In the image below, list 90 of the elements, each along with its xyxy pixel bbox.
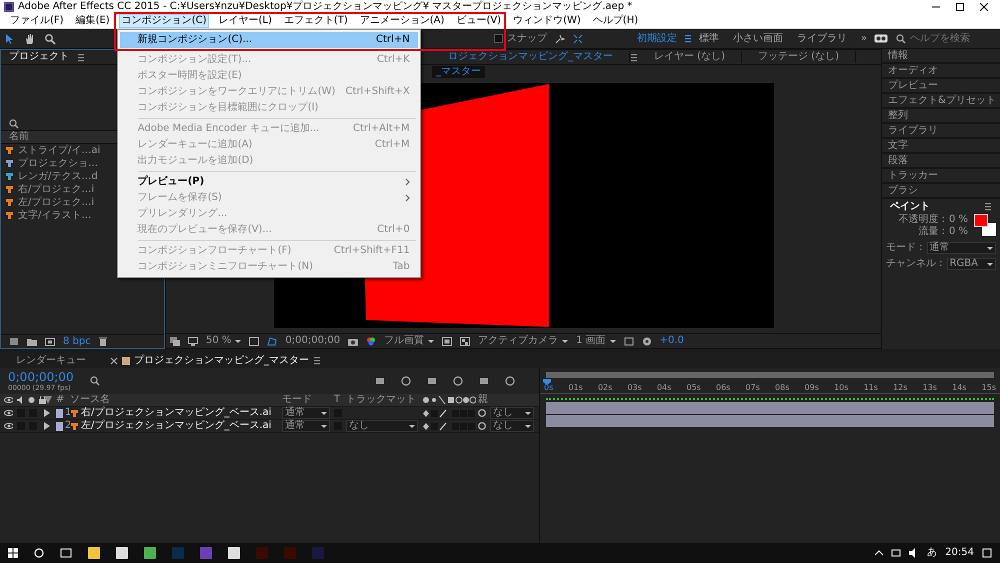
panel-header[interactable]: ブラシ [882, 184, 1000, 199]
mode-dropdown[interactable]: 通常 [926, 242, 996, 254]
time-label: 01s [568, 383, 583, 393]
time-label: 05s [686, 383, 701, 393]
time-label: 0s [544, 383, 554, 393]
time-label: 12s [893, 383, 908, 393]
track-matte-dropdown[interactable]: なし [346, 420, 418, 432]
time-label: 14s [952, 383, 966, 393]
item-name: ストライプ/イ…ai [18, 144, 100, 156]
overflow-button[interactable]: » [854, 32, 874, 44]
panel-header[interactable]: プレビュー [882, 79, 1000, 94]
layer-name[interactable]: 左/プロジェクションマッピング_ベース.ai [81, 420, 272, 432]
panel-header[interactable]: 情報 [882, 49, 1000, 64]
workspace-tab[interactable]: 小さい画面 [726, 32, 790, 44]
time-label: 11s [864, 383, 878, 393]
blend-mode-dropdown[interactable]: 通常 [282, 407, 330, 419]
workspace-tab[interactable]: ライブラリ [790, 32, 854, 44]
blend-mode-dropdown[interactable]: 通常 [282, 420, 330, 432]
item-name: 文字/イラスト… [18, 210, 92, 222]
panel-header[interactable]: 整列 [882, 109, 1000, 124]
column-header[interactable]: ソース名 [70, 394, 110, 406]
panel-tab[interactable]: レイヤー (なし) [638, 51, 742, 63]
clock[interactable]: 20:54 [945, 547, 974, 559]
workspace-tab[interactable]: 初期設定 [630, 32, 684, 44]
ime-indicator[interactable]: あ [927, 547, 938, 559]
column-header: T [334, 394, 340, 406]
column-header: 親 [478, 394, 488, 406]
menu-item[interactable]: コンポジション(C) [118, 14, 210, 28]
workspace-tab[interactable]: 標準 [692, 32, 726, 44]
menu-item[interactable]: プレビュー(P) [120, 174, 418, 190]
item-name: 左/プロジェク…i [18, 196, 94, 208]
menu-item[interactable]: ウィンドウ(W) [510, 14, 584, 28]
field-label: チャンネル : [886, 258, 943, 270]
timecode-button[interactable]: 0;00;00;00 [285, 335, 340, 347]
time-label: 15s [982, 383, 996, 393]
timecode[interactable]: 0;00;00;00 [8, 370, 74, 384]
resolution-dropdown[interactable]: フル画質 [384, 335, 434, 347]
panel-tab[interactable]: フッテージ (なし) [742, 51, 856, 63]
time-label: 10s [834, 383, 848, 393]
item-name: 右/プロジェク…i [18, 184, 94, 196]
panel-tab[interactable]: プロジェクションマッピング_マスター [134, 354, 309, 366]
time-label: 03s [627, 383, 642, 393]
item-name: プロジェクショ… [18, 158, 98, 170]
menu-item[interactable]: 新規コンポジション(C)... Ctrl+N [120, 32, 418, 48]
panel-title[interactable]: プロジェクト [9, 51, 69, 63]
column-header: # [56, 394, 64, 406]
time-label: 13s [922, 383, 937, 393]
time-label: 08s [775, 383, 790, 393]
field-label: 不透明度 : [898, 214, 945, 226]
time-label: 07s [746, 383, 760, 393]
menu-item[interactable]: エフェクト(T) [280, 14, 351, 28]
layer-name[interactable]: 右/プロジェクションマッピング_ベース.ai [81, 407, 272, 419]
column-header: モード [282, 394, 312, 406]
snap-label: スナップ [507, 32, 547, 44]
field-value[interactable]: 0 % [948, 226, 968, 238]
panel-header[interactable]: 文字 [882, 139, 1000, 154]
item-name: レンガ/テクス…d [18, 170, 98, 182]
camera-dropdown[interactable]: アクティブカメラ [478, 335, 568, 347]
time-label: 06s [716, 383, 730, 393]
menu-item[interactable]: 編集(E) [72, 14, 113, 28]
channel-dropdown[interactable]: RGBA [946, 258, 996, 270]
menu-item[interactable]: ファイル(F) [7, 14, 67, 28]
bit-depth-button[interactable]: 8 bpc [63, 336, 91, 348]
panel-title[interactable]: ペイント [890, 200, 930, 212]
panel-header[interactable]: 段落 [882, 154, 1000, 169]
panel-tab[interactable]: レンダーキュー [16, 354, 86, 366]
view-layout-dropdown[interactable]: 1 画面 [576, 335, 616, 347]
layer-number: 1 [65, 407, 72, 419]
field-label: モード : [886, 242, 923, 254]
panel-header[interactable]: ライブラリ [882, 124, 1000, 139]
menu-item[interactable]: ヘルプ(H) [590, 14, 642, 28]
time-label: 04s [656, 383, 672, 393]
parent-dropdown[interactable]: なし [490, 420, 534, 432]
exposure-value[interactable]: +0.0 [660, 335, 684, 347]
window-title: Adobe After Effects CC 2015 - C:¥Users¥nzu¥Desktop¥プロジェクションマッピング¥ マスタープロジェクションマッピング.aep * [18, 0, 632, 12]
panel-header[interactable]: トラッカー [882, 169, 1000, 184]
panel-header[interactable]: オーディオ [882, 64, 1000, 79]
column-header: トラックマット [346, 394, 416, 406]
time-label: 09s [804, 383, 819, 393]
menu-item[interactable]: レイヤー(L) [215, 14, 275, 28]
column-header[interactable]: 名前 [9, 131, 29, 143]
parent-dropdown[interactable]: なし [490, 407, 534, 419]
breadcrumb-tab[interactable]: _マスター [432, 66, 485, 78]
panel-header[interactable]: エフェクト&プリセット [882, 94, 1000, 109]
menu-item[interactable]: ビュー(V) [453, 14, 504, 28]
menu-item[interactable]: アニメーション(A) [356, 14, 448, 28]
time-label: 02s [598, 383, 612, 393]
field-value[interactable]: 0 % [948, 214, 968, 226]
zoom-dropdown[interactable]: 50 % [206, 335, 242, 347]
field-label: 流量 : [918, 226, 945, 238]
